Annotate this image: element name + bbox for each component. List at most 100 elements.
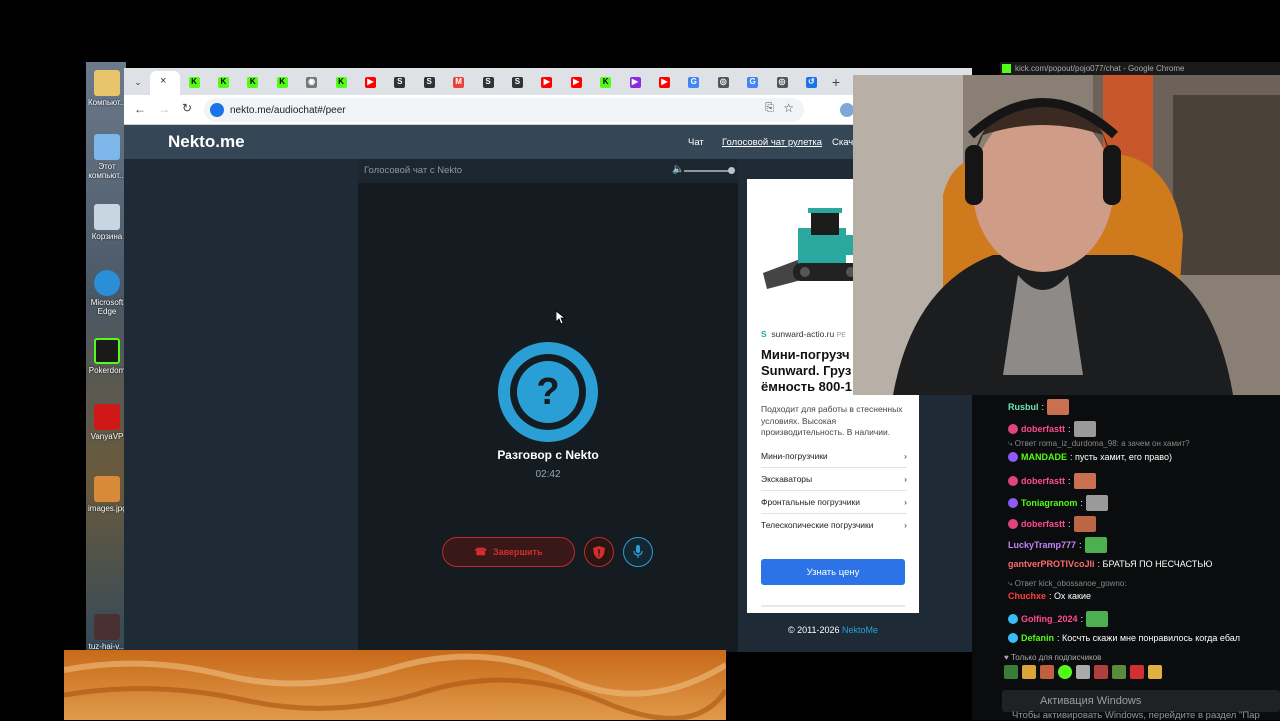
nav-chat[interactable]: Чат [688, 137, 704, 148]
tab-google[interactable]: G [682, 73, 706, 91]
tab-strip: ⌄ × + K K K K ◉ K ▶ S S M S S ▶ ▶ K ▶ ▶ G ◎ G ◎ ↺ [124, 68, 972, 95]
back-icon[interactable]: ← [134, 102, 146, 116]
emote-icon [1047, 399, 1070, 415]
shorts-icon: S [423, 76, 435, 88]
user-badge-icon [1008, 498, 1018, 508]
site-info-icon[interactable] [210, 103, 224, 117]
report-button[interactable] [584, 537, 614, 567]
tab-kick[interactable]: K [211, 73, 235, 91]
tab-kick[interactable]: K [270, 73, 294, 91]
shorts-icon: S [482, 76, 494, 88]
nektome-link[interactable]: NektoMe [842, 625, 878, 635]
subs-only-label: ♥ Только для подписчиков [1004, 653, 1102, 662]
chat-message: Rusbul: [1008, 399, 1070, 415]
chat-username[interactable]: LuckyTramp777 [1008, 540, 1076, 550]
desktop-icon-this-pc[interactable]: Этот компьют... [88, 134, 126, 180]
tab-youtube[interactable]: ▶ [564, 73, 588, 91]
chat-username[interactable]: doberfastt [1021, 424, 1065, 434]
desktop-icon-recycle-bin[interactable]: Корзина [88, 204, 126, 241]
chat-message: doberfastt: [1008, 421, 1096, 437]
browser-toolbar: ← → ↻ nekto.me/audiochat#/peer ⎘ ☆ [124, 95, 972, 125]
bookmark-star-icon[interactable]: ☆ [783, 101, 794, 115]
ad-link-excavators[interactable]: Экскаваторы › [761, 474, 907, 491]
tab-shorts[interactable]: S [417, 73, 441, 91]
user-badge-icon [1008, 452, 1018, 462]
tab-gmail[interactable]: M [447, 73, 471, 91]
chat-text: : БРАТЬЯ ПО НЕСЧАСТЬЮ [1097, 559, 1213, 569]
tab-kick[interactable]: K [329, 73, 353, 91]
chevron-right-icon: › [904, 474, 907, 484]
desktop-icon-edge[interactable]: Microsoft Edge [88, 270, 126, 316]
ad-link-telescopic[interactable]: Телескопические погрузчики › [761, 520, 907, 536]
end-call-button[interactable]: ☎ Завершить [442, 537, 575, 567]
chat-message: Toniagranom: [1008, 495, 1108, 511]
chat-username[interactable]: Toniagranom [1021, 498, 1077, 508]
volume-icon[interactable]: 🔈 [672, 164, 684, 175]
tab-kick[interactable]: K [182, 73, 206, 91]
tab-youtube[interactable]: ▶ [652, 73, 676, 91]
chat-username[interactable]: gantverPROTIVcoJli [1008, 559, 1095, 569]
tab-shorts[interactable]: S [505, 73, 529, 91]
chat-message: doberfastt: [1008, 473, 1096, 489]
nav-voice-roulette[interactable]: Голосовой чат рулетка [722, 137, 822, 148]
ad-link-mini-loaders[interactable]: Мини-погрузчики › [761, 451, 907, 468]
desktop-icon-pokerdom[interactable]: Pokerdom [88, 338, 126, 375]
volume-slider-thumb[interactable] [728, 167, 735, 174]
new-tab-button[interactable]: + [824, 73, 848, 91]
windows-activation-title: Активация Windows [1040, 695, 1142, 707]
tab-active[interactable]: × [150, 71, 180, 95]
tab-chrome[interactable]: ◎ [711, 73, 735, 91]
chevron-right-icon: › [904, 497, 907, 507]
ad-link-front-loaders[interactable]: Фронтальные погрузчики › [761, 497, 907, 514]
tab-google[interactable]: G [741, 73, 765, 91]
microphone-button[interactable] [623, 537, 653, 567]
emote-bar[interactable] [1004, 665, 1264, 683]
kick-icon: K [188, 76, 200, 88]
tab-youtube[interactable]: ▶ [358, 73, 382, 91]
chat-reply-context: ⤷ Ответ roma_iz_durdoma_98: а зачем он х… [1008, 439, 1190, 448]
desktop-icon-images[interactable]: images.jpg [88, 476, 127, 513]
tab-shorts[interactable]: S [388, 73, 412, 91]
windows-activation-subtitle: Чтобы активировать Windows, перейдите в … [1012, 710, 1260, 721]
sunward-icon: S [761, 329, 767, 339]
chat-username[interactable]: Golfing_2024 [1021, 614, 1078, 624]
close-icon[interactable]: × [160, 75, 166, 87]
site-logo[interactable]: Nekto.me [168, 132, 245, 152]
tab-chrome[interactable]: ◎ [770, 73, 794, 91]
desktop-icon-vanyavp[interactable]: VanyaVP [88, 404, 126, 441]
tab-search-button[interactable]: ⌄ [126, 73, 150, 91]
forward-icon[interactable]: → [158, 102, 170, 116]
chrome-icon: ◎ [776, 76, 788, 88]
web-icon: ◉ [306, 76, 318, 88]
tab-kick[interactable]: K [241, 73, 265, 91]
chat-username[interactable]: doberfastt [1021, 519, 1065, 529]
chat-message: gantverPROTIVcoJli: БРАТЬЯ ПО НЕСЧАСТЬЮ [1008, 559, 1212, 569]
chat-text: : пусть хамит, его право) [1070, 452, 1172, 462]
install-icon[interactable]: ⎘ [765, 102, 774, 115]
ad-cta-button[interactable]: Узнать цену [761, 559, 905, 585]
desktop-icon-user[interactable]: Компьют... [88, 70, 126, 107]
chat-message: doberfastt: [1008, 516, 1096, 532]
chat-username[interactable]: Defanin [1021, 633, 1054, 643]
chat-username[interactable]: Rusbul [1008, 402, 1039, 412]
emote-icon [1022, 665, 1036, 679]
tab-web[interactable]: ◉ [300, 73, 324, 91]
volume-slider[interactable] [684, 170, 732, 172]
tab-youtube[interactable]: ▶ [535, 73, 559, 91]
chat-text: : Ох какие [1049, 591, 1092, 601]
ad-domain[interactable]: S sunward-actio.ru РЕ [761, 329, 846, 339]
address-bar[interactable]: nekto.me/audiochat#/peer ⎘ ☆ [204, 98, 804, 122]
desktop-icon-tuz[interactable]: tuz-hai-v... [88, 614, 126, 651]
reload-icon[interactable]: ↻ [182, 101, 192, 115]
tab-history[interactable]: ↺ [799, 73, 823, 91]
emote-icon [1085, 495, 1108, 511]
chat-username[interactable]: doberfastt [1021, 476, 1065, 486]
tab-shorts[interactable]: S [476, 73, 500, 91]
profile-icon[interactable] [840, 103, 854, 117]
emote-icon [1148, 665, 1162, 679]
chat-username[interactable]: Chuchxe [1008, 591, 1046, 601]
chat-message: LuckyTramp777: [1008, 537, 1107, 553]
tab-kick[interactable]: K [594, 73, 618, 91]
tab-player[interactable]: ▶ [623, 73, 647, 91]
chat-username[interactable]: MANDADE [1021, 452, 1067, 462]
